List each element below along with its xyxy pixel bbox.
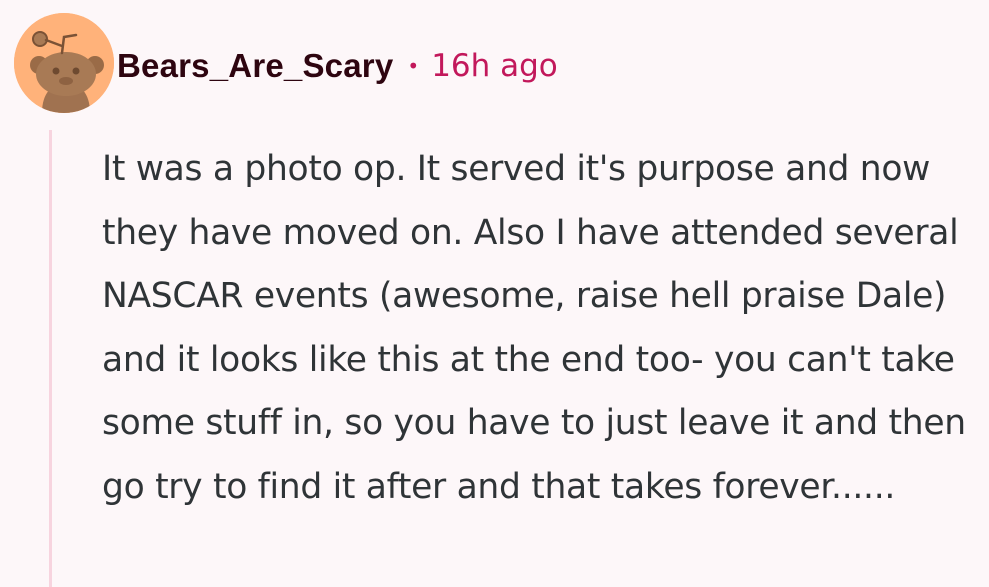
user-avatar[interactable]: [14, 13, 114, 113]
snoo-bear-avatar-icon: [14, 13, 114, 113]
username-link[interactable]: Bears_Are_Scary: [117, 47, 393, 85]
comment-body: It was a photo op. It served it's purpos…: [102, 149, 966, 507]
separator-dot: •: [407, 54, 420, 78]
comment-header: Bears_Are_Scary • 16h ago: [117, 44, 558, 88]
thread-line[interactable]: [49, 130, 52, 587]
comment-timestamp[interactable]: 16h ago: [431, 48, 558, 84]
